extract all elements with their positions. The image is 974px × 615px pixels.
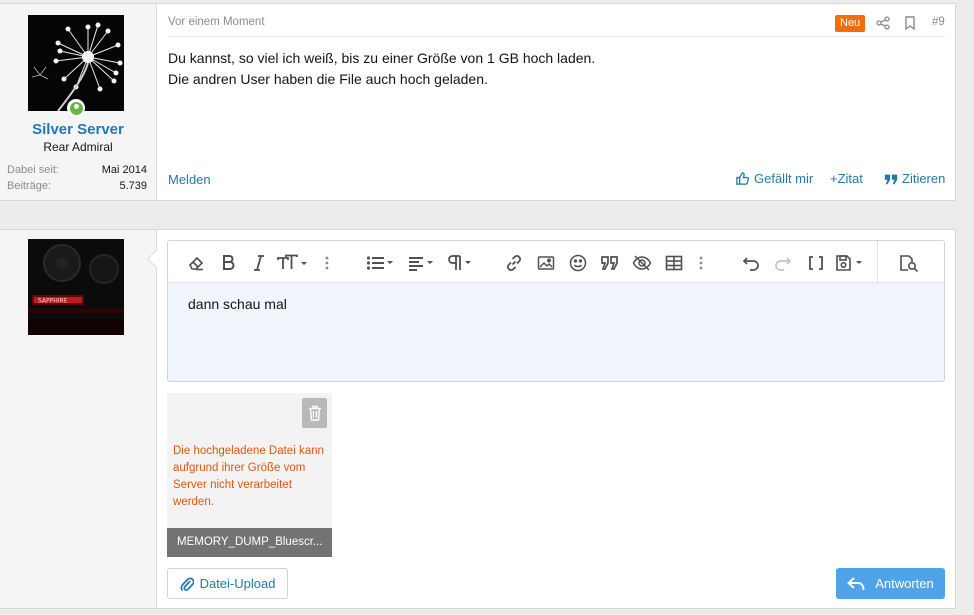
align-dropdown[interactable] [408,253,434,273]
reply-arrow-icon [847,576,865,590]
stat-posts-value: 5.739 [119,180,147,192]
author-name[interactable]: Silver Server [0,121,156,138]
attachment-filename: MEMORY_DUMP_Bluescr... [167,528,332,557]
stat-joined-label: Dabei seit: [7,164,59,176]
upload-error-message: Die hochgeladene Datei kann aufgrund ihr… [173,445,324,508]
like-label: Gefällt mir [754,171,814,186]
avatar[interactable] [28,15,124,111]
cite-button[interactable]: Zitieren [884,171,945,186]
post-number[interactable]: #9 [932,16,945,28]
quote-add-button[interactable]: +Zitat [830,171,863,186]
font-size-dropdown[interactable] [277,253,307,273]
reply-button[interactable]: Antworten [836,568,945,599]
image-icon[interactable] [537,253,555,273]
stat-posts-label: Beiträge: [7,180,52,192]
post-line-1: Du kannst, so viel ich weiß, bis zu eine… [168,50,596,66]
thumbs-up-icon [736,172,750,185]
sapphire-gpu-avatar-image: SAPPHIRE [28,239,124,335]
toolbar-divider [877,241,878,283]
current-user-avatar[interactable]: SAPPHIRE [28,239,124,335]
report-link[interactable]: Melden [168,172,211,187]
italic-icon[interactable] [253,253,265,273]
file-upload-label: Datei-Upload [199,576,276,591]
editor-toolbar [168,241,944,283]
draft-save-dropdown[interactable] [835,253,865,273]
reply-label: Antworten [875,576,934,591]
editor-content[interactable]: dann schau mal [188,296,287,312]
paragraph-dropdown[interactable] [446,253,472,273]
stat-posts: Beiträge: 5.739 [7,180,147,192]
new-badge: Neu [835,15,866,32]
bold-icon[interactable] [221,253,235,273]
redo-icon[interactable] [774,253,792,273]
post-body: Du kannst, so viel ich weiß, bis zu eine… [168,48,595,90]
paperclip-icon [180,577,194,591]
table-icon[interactable] [665,253,683,273]
post-user-column: Silver Server Rear Admiral Dabei seit: M… [0,4,157,200]
eraser-icon[interactable] [187,253,205,273]
quote-icon [884,174,898,184]
post-card: Silver Server Rear Admiral Dabei seit: M… [0,3,956,201]
post-header-divider [168,36,945,37]
post-timestamp[interactable]: Vor einem Moment [168,16,265,28]
more-text-options-icon[interactable] [325,253,329,273]
share-icon[interactable] [875,15,891,31]
online-status-indicator [67,99,85,117]
trash-icon [308,405,321,421]
bbcode-toggle-icon[interactable] [807,253,825,273]
svg-text:SAPPHIRE: SAPPHIRE [38,298,68,305]
smiley-icon[interactable] [569,253,587,273]
quote-block-icon[interactable] [600,253,620,273]
reply-user-column: SAPPHIRE [0,230,157,608]
stat-joined: Dabei seit: Mai 2014 [7,164,147,176]
list-dropdown[interactable] [366,253,394,273]
undo-icon[interactable] [742,253,760,273]
post-line-2: Die andren User haben die File auch hoch… [168,71,488,87]
link-icon[interactable] [505,253,523,273]
dandelion-avatar-image [28,15,124,111]
stat-joined-value: Mai 2014 [101,164,147,176]
delete-attachment-button[interactable] [302,398,327,428]
cite-label: Zitieren [902,171,946,186]
quick-reply: SAPPHIRE dann schau mal Die hochgeladene… [0,229,956,609]
author-title: Rear Admiral [43,140,113,154]
preview-icon[interactable] [899,253,919,273]
rich-text-editor[interactable]: dann schau mal [167,240,945,382]
spoiler-hide-icon[interactable] [632,253,652,273]
like-button[interactable]: Gefällt mir [735,171,813,186]
quote-add-label: +Zitat [830,171,863,186]
attachment-tile: Die hochgeladene Datei kann aufgrund ihr… [167,393,332,557]
file-upload-button[interactable]: Datei-Upload [167,568,288,599]
more-insert-options-icon[interactable] [699,253,703,273]
bookmark-icon[interactable] [902,15,918,31]
